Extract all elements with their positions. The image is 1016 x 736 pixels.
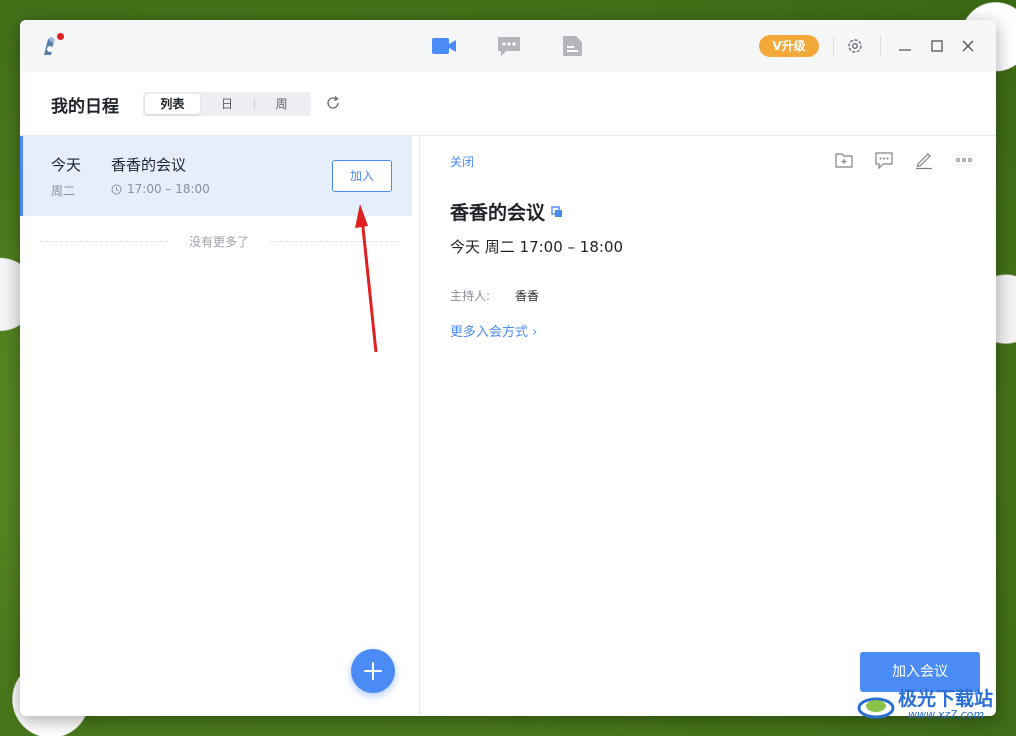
tab-week-label: 周: [275, 97, 288, 111]
tab-divider: [254, 99, 256, 109]
refresh-icon[interactable]: [325, 95, 341, 111]
host-label: 主持人:: [450, 289, 491, 303]
no-more-indicator: 没有更多了: [40, 233, 398, 249]
maximize-icon[interactable]: [927, 36, 947, 56]
tab-list[interactable]: 列表: [145, 94, 200, 114]
schedule-header: 我的日程 列表 日 周: [20, 72, 996, 136]
join-button[interactable]: 加入: [332, 160, 392, 192]
detail-datetime: 今天 周二 17:00 – 18:00: [450, 238, 624, 256]
close-detail-link[interactable]: 关闭: [450, 153, 474, 170]
meeting-weekday: 周二: [51, 184, 76, 198]
detail-title: 香香的会议: [450, 198, 563, 225]
upgrade-button[interactable]: V升级: [759, 35, 819, 57]
add-meeting-button[interactable]: [351, 649, 395, 693]
meeting-day: 今天: [51, 156, 82, 174]
close-icon[interactable]: [958, 36, 978, 56]
meeting-title: 香香的会议: [111, 156, 187, 174]
view-tabs: 列表 日 周: [143, 92, 311, 116]
app-logo-icon[interactable]: [38, 33, 64, 59]
divider: [833, 36, 834, 56]
annotation-arrow: [355, 204, 378, 353]
app-window: V升级 我的日程 列表 日 周 今天 周二 香香的会议 17:00 – 18:0…: [20, 20, 996, 716]
meeting-list: 今天 周二 香香的会议 17:00 – 18:00 加入 没有更多了: [20, 136, 420, 716]
notification-dot: [57, 33, 64, 40]
copy-icon[interactable]: [551, 205, 563, 218]
edit-icon[interactable]: [914, 150, 934, 170]
tab-day-label: 日: [221, 97, 234, 111]
minimize-icon[interactable]: [895, 36, 915, 56]
more-join-options-link[interactable]: 更多入会方式 ›: [450, 321, 537, 340]
chat-icon[interactable]: [496, 35, 522, 57]
comment-icon[interactable]: [874, 150, 894, 170]
add-folder-icon[interactable]: [834, 150, 854, 170]
settings-icon[interactable]: [845, 36, 865, 56]
clock-icon: [111, 184, 122, 194]
more-icon[interactable]: [954, 150, 974, 170]
detail-title-text: 香香的会议: [450, 202, 546, 224]
divider: [880, 36, 881, 56]
list-item[interactable]: 今天 周二 香香的会议 17:00 – 18:00 加入: [20, 136, 412, 216]
document-icon[interactable]: [560, 35, 586, 57]
no-more-text: 没有更多了: [188, 235, 249, 249]
tab-week[interactable]: 周: [254, 94, 309, 114]
title-bar: V升级: [20, 20, 996, 72]
page-title: 我的日程: [51, 97, 119, 117]
tab-day[interactable]: 日: [200, 94, 255, 114]
meeting-time: 17:00 – 18:00: [111, 182, 210, 196]
meeting-detail: 关闭 香香的会议 今天 周二 17:00 – 18:00 主持人: 香香 更多入…: [420, 136, 996, 716]
host-value: 香香: [515, 289, 540, 303]
meeting-time-text: 17:00 – 18:00: [127, 182, 210, 196]
video-meeting-icon[interactable]: [431, 35, 457, 57]
join-meeting-button[interactable]: 加入会议: [860, 652, 980, 692]
